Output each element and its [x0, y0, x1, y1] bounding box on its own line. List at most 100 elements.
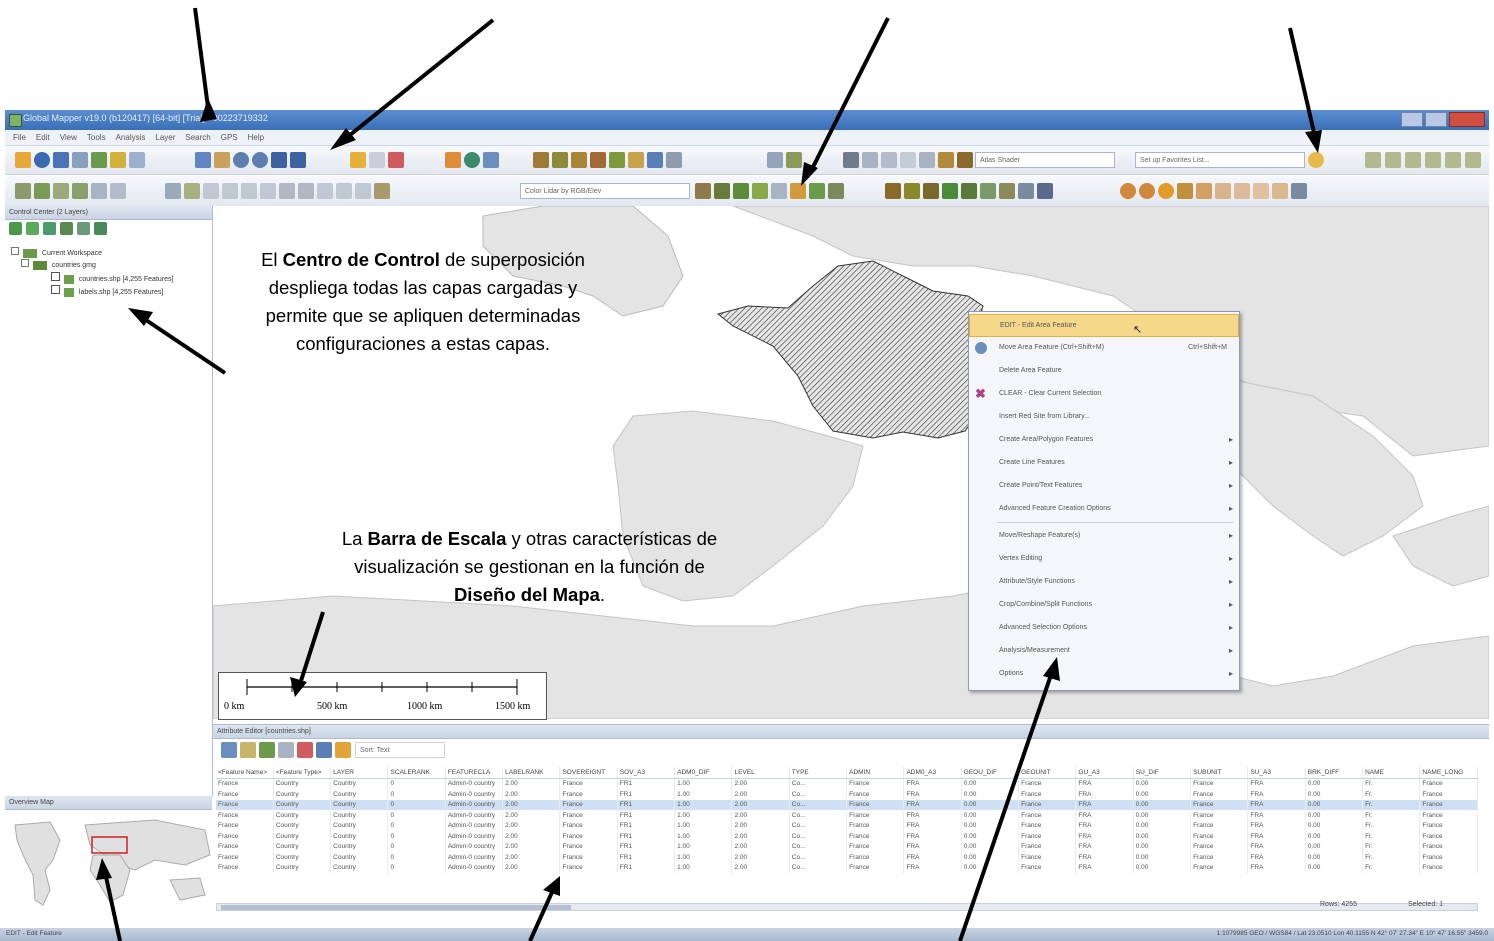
line-tool-icon-4[interactable] — [1425, 152, 1441, 168]
sort-combo[interactable]: Sort: Text — [355, 742, 445, 758]
attr-edit-icon[interactable] — [240, 742, 256, 758]
lidar-color-combo[interactable]: Color Lidar by RGB/Elev — [520, 183, 690, 199]
cc-tool-icon-4[interactable] — [60, 222, 73, 235]
favorites-icon[interactable] — [1308, 152, 1324, 168]
vertex-icon-4[interactable] — [241, 183, 257, 199]
terrain-icon-5[interactable] — [609, 152, 625, 168]
layer-checkbox[interactable] — [51, 285, 60, 294]
digitize-icon-4[interactable] — [72, 183, 88, 199]
table-row[interactable]: France Country Country 0 Admin-0 country 2.00… — [216, 820, 1478, 831]
column-header[interactable]: LABELRANK — [502, 767, 561, 779]
minimize-button[interactable] — [1401, 112, 1423, 127]
menu-help[interactable]: Help — [248, 133, 264, 142]
terrain-icon-3[interactable] — [571, 152, 587, 168]
vertex-icon-6[interactable] — [279, 183, 295, 199]
menu-layer[interactable]: Layer — [155, 133, 175, 142]
menu-gps[interactable]: GPS — [221, 133, 238, 142]
gps-icon[interactable] — [1158, 183, 1174, 199]
zoom-in-icon[interactable] — [233, 152, 249, 168]
back-icon[interactable] — [271, 152, 287, 168]
context-menu-item[interactable]: Advanced Feature Creation Options ▸ — [969, 498, 1239, 521]
open-data-icon[interactable] — [34, 152, 50, 168]
vertex-icon-3[interactable] — [222, 183, 238, 199]
feature-info-icon[interactable] — [464, 152, 480, 168]
menu-search[interactable]: Search — [185, 133, 210, 142]
vertex-icon-1[interactable] — [184, 183, 200, 199]
building-icon[interactable] — [961, 183, 977, 199]
context-menu-item[interactable]: EDIT - Edit Area Feature ↖ — [969, 314, 1239, 337]
terrain-icon-7[interactable] — [647, 152, 663, 168]
column-header[interactable]: GEOU_DIF — [961, 767, 1020, 779]
line-tool-icon-5[interactable] — [1445, 152, 1461, 168]
digitizer-icon[interactable] — [195, 152, 211, 168]
print-icon[interactable] — [72, 152, 88, 168]
gps-info-icon[interactable] — [1291, 183, 1307, 199]
digitize-icon-5[interactable] — [91, 183, 107, 199]
pin-icon-5[interactable] — [1215, 183, 1231, 199]
mountain-icon-1[interactable] — [885, 183, 901, 199]
column-header[interactable]: GU_A3 — [1075, 767, 1134, 779]
control-center-icon[interactable] — [110, 152, 126, 168]
menu-view[interactable]: View — [60, 133, 77, 142]
line-tool-icon-3[interactable] — [1405, 152, 1421, 168]
column-header[interactable]: ADM0_A3 — [903, 767, 962, 779]
move-icon[interactable] — [165, 183, 181, 199]
line-tool-icon-6[interactable] — [1465, 152, 1481, 168]
menu-edit[interactable]: Edit — [36, 133, 50, 142]
digitize-icon-6[interactable] — [110, 183, 126, 199]
pan-icon[interactable] — [214, 152, 230, 168]
filter-icon[interactable] — [790, 183, 806, 199]
context-menu-item[interactable]: Create Point/Text Features ▸ — [969, 475, 1239, 498]
mountain-icon-3[interactable] — [923, 183, 939, 199]
attr-tool-icon[interactable] — [259, 742, 275, 758]
menu-analysis[interactable]: Analysis — [116, 133, 146, 142]
close-button[interactable] — [1449, 112, 1485, 127]
tree-group[interactable]: countries.gmg — [21, 259, 96, 270]
context-menu-item[interactable]: Create Line Features ▸ — [969, 452, 1239, 475]
grid-icon[interactable] — [767, 152, 783, 168]
home-icon[interactable] — [290, 152, 306, 168]
column-header[interactable]: TYPE — [789, 767, 848, 779]
table-row[interactable]: France Country Country 0 Admin-0 country 2.00… — [216, 799, 1478, 810]
shader-combo[interactable]: Atlas Shader — [975, 152, 1115, 168]
profile-icon[interactable] — [999, 183, 1015, 199]
vertex-icon-8[interactable] — [317, 183, 333, 199]
scrollbar-thumb[interactable] — [221, 905, 571, 910]
lidar-icon-5[interactable] — [771, 183, 787, 199]
context-menu-item[interactable]: Move/Reshape Feature(s) ▸ — [969, 525, 1239, 548]
context-menu-item[interactable]: Crop/Combine/Split Functions ▸ — [969, 594, 1239, 617]
volume-icon[interactable] — [1037, 183, 1053, 199]
context-menu-item[interactable]: Insert Red Site from Library... — [969, 406, 1239, 429]
column-header[interactable]: BRK_DIFF — [1305, 767, 1364, 779]
table-row[interactable]: France Country Country 0 Admin-0 country 2.00… — [216, 841, 1478, 852]
terrain-icon-6[interactable] — [628, 152, 644, 168]
pin-icon-4[interactable] — [1196, 183, 1212, 199]
context-menu-item[interactable]: Attribute/Style Functions ▸ — [969, 571, 1239, 594]
pin-icon-3[interactable] — [1177, 183, 1193, 199]
shader-icon-2[interactable] — [957, 152, 973, 168]
save-icon[interactable] — [53, 152, 69, 168]
attr-filter-icon[interactable] — [278, 742, 294, 758]
cc-tool-icon-5[interactable] — [77, 222, 90, 235]
context-menu-item[interactable]: Move Area Feature (Ctrl+Shift+M) Ctrl+Shi… — [969, 337, 1239, 360]
cc-tool-icon-1[interactable] — [9, 222, 22, 235]
terrain-icon-1[interactable] — [533, 152, 549, 168]
digitize-icon-1[interactable] — [15, 183, 31, 199]
analysis-icon-1[interactable] — [843, 152, 859, 168]
column-header[interactable]: SCALERANK — [387, 767, 446, 779]
pin-icon-7[interactable] — [1253, 183, 1269, 199]
terrain-icon-2[interactable] — [552, 152, 568, 168]
context-menu-item[interactable]: Advanced Selection Options ▸ — [969, 617, 1239, 640]
attr-delete-icon[interactable] — [297, 742, 313, 758]
analysis-icon-5[interactable] — [919, 152, 935, 168]
menu-tools[interactable]: Tools — [87, 133, 106, 142]
delete-icon[interactable] — [388, 152, 404, 168]
vertex-icon-5[interactable] — [260, 183, 276, 199]
column-header[interactable]: NAME — [1362, 767, 1421, 779]
vertex-icon-10[interactable] — [355, 183, 371, 199]
cc-tool-icon-3[interactable] — [43, 222, 56, 235]
digitize-icon-3[interactable] — [53, 183, 69, 199]
line-tool-icon-2[interactable] — [1385, 152, 1401, 168]
digitize-icon-2[interactable] — [34, 183, 50, 199]
tree-workspace[interactable]: Current Workspace — [11, 247, 102, 258]
